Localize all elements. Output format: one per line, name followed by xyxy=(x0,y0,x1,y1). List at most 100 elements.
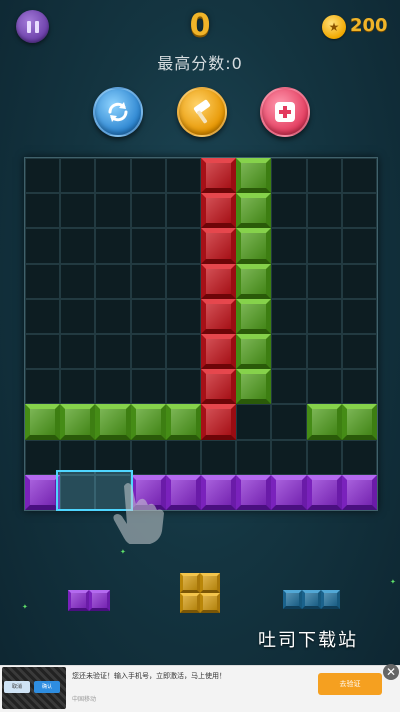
block-red xyxy=(201,404,237,440)
board-cell[interactable] xyxy=(60,158,96,194)
close-icon[interactable]: ✕ xyxy=(383,664,399,680)
board-cell[interactable] xyxy=(236,404,272,440)
board-cell[interactable] xyxy=(165,298,201,334)
board-cell[interactable] xyxy=(60,298,96,334)
board-cell[interactable] xyxy=(341,228,377,264)
plus-icon xyxy=(275,102,295,122)
board-cell[interactable] xyxy=(341,334,377,370)
board-cell[interactable] xyxy=(165,263,201,299)
piece-block xyxy=(321,590,340,609)
board-cell[interactable] xyxy=(306,263,342,299)
board-cell[interactable] xyxy=(60,263,96,299)
block-green xyxy=(130,404,166,440)
piece-block xyxy=(200,573,220,593)
board-cell[interactable] xyxy=(236,439,272,475)
refresh-button[interactable] xyxy=(93,87,143,137)
piece-block xyxy=(180,573,200,593)
board-cell[interactable] xyxy=(306,439,342,475)
board-cell[interactable] xyxy=(130,298,166,334)
pause-icon xyxy=(26,20,31,33)
hand-pointer-icon xyxy=(113,483,164,544)
board-cell[interactable] xyxy=(25,263,61,299)
ad-text: 您还未验证！输入手机号，立即激活，马上使用！ xyxy=(72,672,226,680)
board-cell[interactable] xyxy=(341,263,377,299)
board-cell[interactable] xyxy=(341,193,377,229)
board-cell[interactable] xyxy=(341,439,377,475)
current-score: 0 xyxy=(189,8,211,43)
board-cell[interactable] xyxy=(271,158,307,194)
board-cell[interactable] xyxy=(165,439,201,475)
board-cell[interactable] xyxy=(165,334,201,370)
block-purple xyxy=(25,474,61,510)
board-cell[interactable] xyxy=(25,298,61,334)
board-cell[interactable] xyxy=(60,369,96,405)
board-cell[interactable] xyxy=(130,193,166,229)
board-cell[interactable] xyxy=(95,334,131,370)
block-green xyxy=(236,193,272,229)
board-cell[interactable] xyxy=(271,369,307,405)
board-cell[interactable] xyxy=(165,158,201,194)
board-cell[interactable] xyxy=(95,263,131,299)
block-green xyxy=(165,404,201,440)
board-cell[interactable] xyxy=(95,193,131,229)
board-cell[interactable] xyxy=(341,158,377,194)
board-cell[interactable] xyxy=(306,334,342,370)
block-red xyxy=(201,334,237,370)
refresh-icon xyxy=(108,102,128,122)
board-cell[interactable] xyxy=(165,228,201,264)
board-cell[interactable] xyxy=(130,334,166,370)
board-cell[interactable] xyxy=(95,298,131,334)
board-cell[interactable] xyxy=(201,439,237,475)
board-cell[interactable] xyxy=(306,228,342,264)
block-green xyxy=(236,263,272,299)
board-cell[interactable] xyxy=(60,193,96,229)
board-cell[interactable] xyxy=(306,298,342,334)
watermark-text: 吐司下载站 xyxy=(258,630,358,651)
board-cell[interactable] xyxy=(25,228,61,264)
board-cell[interactable] xyxy=(271,298,307,334)
board-cell[interactable] xyxy=(95,158,131,194)
board-cell[interactable] xyxy=(25,158,61,194)
board-cell[interactable] xyxy=(25,193,61,229)
board-cell[interactable] xyxy=(271,404,307,440)
board-cell[interactable] xyxy=(271,193,307,229)
block-red xyxy=(201,158,237,194)
board-cell[interactable] xyxy=(130,369,166,405)
game-board[interactable] xyxy=(24,157,378,511)
block-green xyxy=(60,404,96,440)
sparkle-icon: ✦ xyxy=(390,578,396,586)
board-cell[interactable] xyxy=(341,369,377,405)
block-green xyxy=(236,369,272,405)
board-cell[interactable] xyxy=(130,158,166,194)
block-green xyxy=(236,228,272,264)
board-cell[interactable] xyxy=(130,439,166,475)
ad-action-button[interactable]: 去验证 xyxy=(318,673,382,695)
board-cell[interactable] xyxy=(165,369,201,405)
sparkle-icon: ✦ xyxy=(22,603,28,611)
board-cell[interactable] xyxy=(95,369,131,405)
board-cell[interactable] xyxy=(25,334,61,370)
board-cell[interactable] xyxy=(130,228,166,264)
board-cell[interactable] xyxy=(306,193,342,229)
board-cell[interactable] xyxy=(271,439,307,475)
block-green xyxy=(236,158,272,194)
board-cell[interactable] xyxy=(95,228,131,264)
hammer-button[interactable] xyxy=(177,87,227,137)
board-cell[interactable] xyxy=(165,193,201,229)
board-cell[interactable] xyxy=(306,158,342,194)
board-cell[interactable] xyxy=(60,228,96,264)
board-cell[interactable] xyxy=(25,439,61,475)
block-green xyxy=(236,334,272,370)
add-block-button[interactable] xyxy=(260,87,310,137)
board-cell[interactable] xyxy=(130,263,166,299)
board-cell[interactable] xyxy=(60,334,96,370)
board-cell[interactable] xyxy=(306,369,342,405)
block-purple xyxy=(306,474,342,510)
pause-button[interactable] xyxy=(16,10,49,43)
board-cell[interactable] xyxy=(271,263,307,299)
ad-thumb-cancel: 取消 xyxy=(4,681,30,693)
board-cell[interactable] xyxy=(341,298,377,334)
board-cell[interactable] xyxy=(25,369,61,405)
board-cell[interactable] xyxy=(271,334,307,370)
board-cell[interactable] xyxy=(271,228,307,264)
